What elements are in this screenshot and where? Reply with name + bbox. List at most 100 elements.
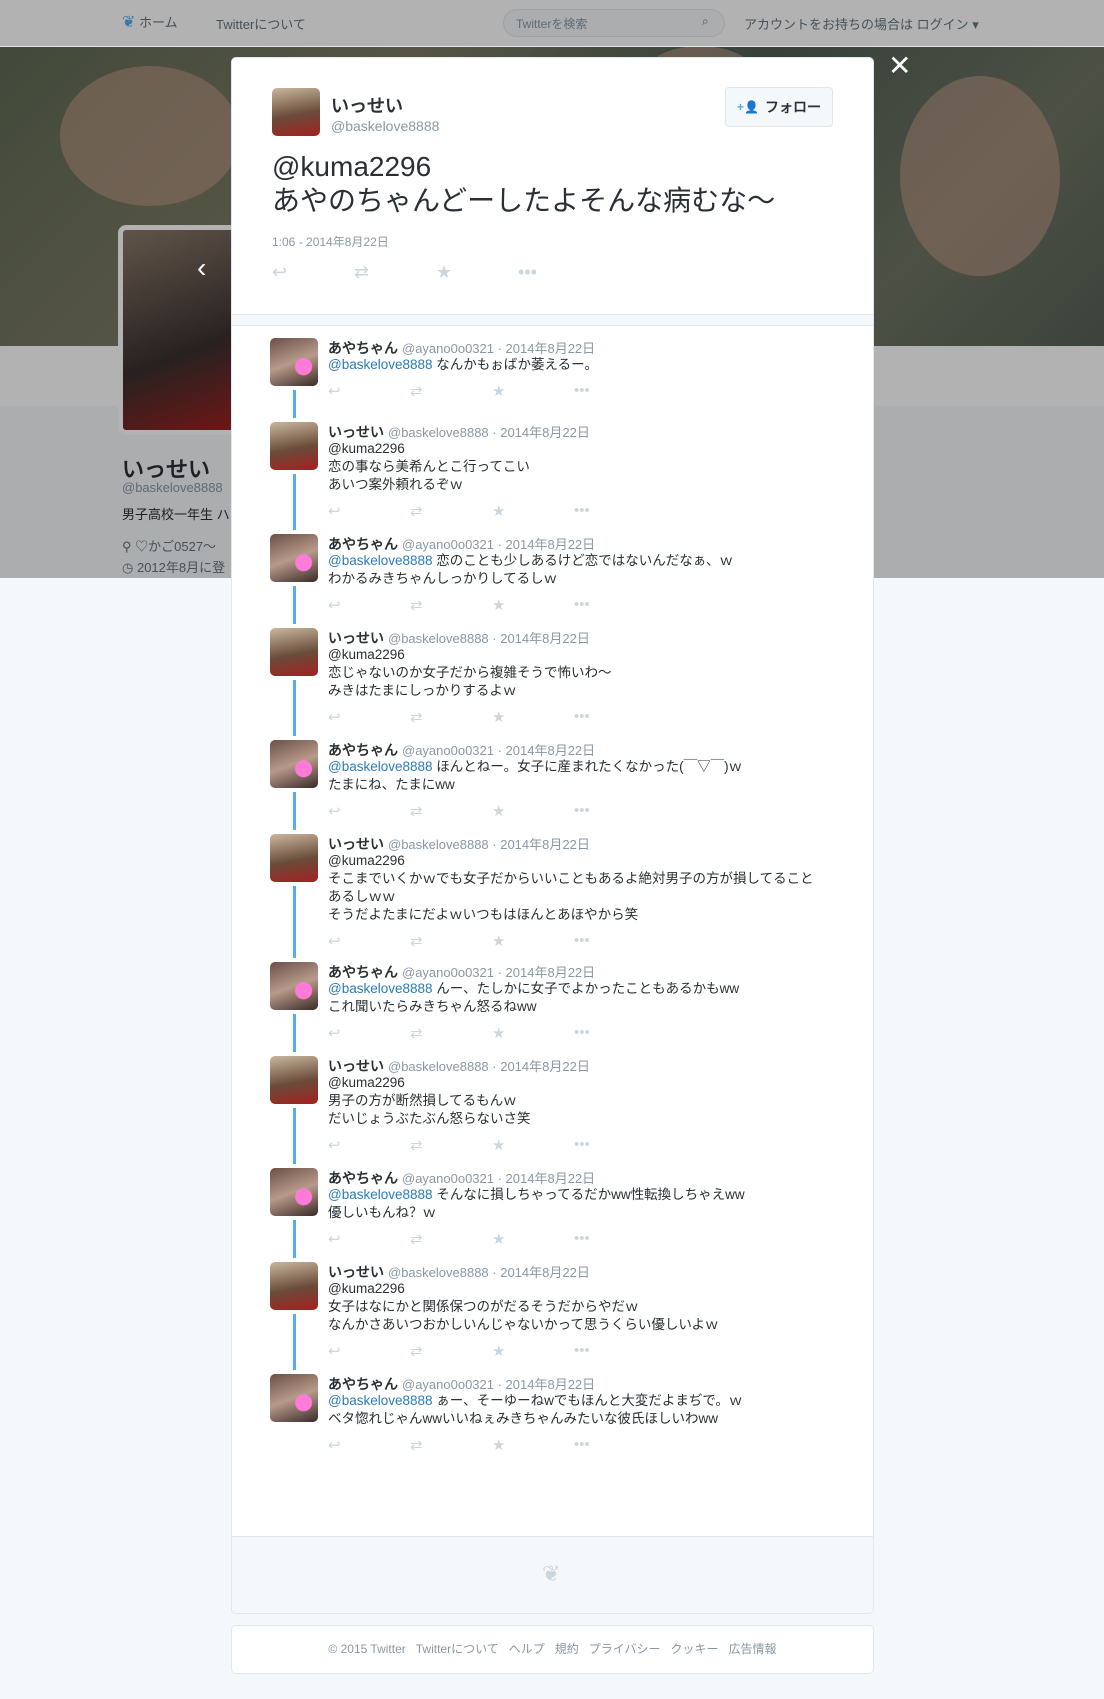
star-icon[interactable]: ★ xyxy=(492,1230,574,1248)
tweet-timestamp[interactable]: 1:06 - 2014年8月22日 xyxy=(272,233,389,250)
mention-link[interactable]: @baskelove8888 xyxy=(328,357,433,372)
reply-icon[interactable]: ↩ xyxy=(328,932,410,950)
more-icon[interactable]: ••• xyxy=(574,382,656,400)
retweet-icon[interactable]: ⇄ xyxy=(410,1230,492,1248)
reply-meta[interactable]: @baskelove8888 · 2014年8月22日 xyxy=(388,631,590,646)
reply-icon[interactable]: ↩ xyxy=(328,1230,410,1248)
retweet-icon[interactable]: ⇄ xyxy=(410,802,492,820)
star-icon[interactable]: ★ xyxy=(492,382,574,400)
reply-meta[interactable]: @ayano0o0321 · 2014年8月22日 xyxy=(402,965,595,980)
star-icon[interactable]: ★ xyxy=(492,1136,574,1154)
avatar[interactable] xyxy=(270,1374,318,1422)
avatar[interactable] xyxy=(270,1262,318,1310)
avatar[interactable] xyxy=(270,834,318,882)
reply-icon[interactable]: ↩ xyxy=(328,382,410,400)
footer-link[interactable]: Twitterについて xyxy=(416,1626,499,1673)
retweet-icon[interactable]: ⇄ xyxy=(410,1436,492,1454)
reply-author-name[interactable]: あやちゃん xyxy=(328,340,398,356)
more-icon[interactable]: ••• xyxy=(574,1136,656,1154)
retweet-icon[interactable]: ⇄ xyxy=(354,262,436,283)
reply-author-name[interactable]: あやちゃん xyxy=(328,1170,398,1186)
more-icon[interactable]: ••• xyxy=(574,802,656,820)
reply-author-name[interactable]: あやちゃん xyxy=(328,1376,398,1392)
reply-meta[interactable]: @baskelove8888 · 2014年8月22日 xyxy=(388,1265,590,1280)
avatar[interactable] xyxy=(270,534,318,582)
star-icon[interactable]: ★ xyxy=(492,1342,574,1360)
footer-link[interactable]: 規約 xyxy=(555,1626,579,1673)
retweet-icon[interactable]: ⇄ xyxy=(410,1136,492,1154)
footer-link[interactable]: 広告情報 xyxy=(729,1626,777,1673)
retweet-icon[interactable]: ⇄ xyxy=(410,932,492,950)
reply-icon[interactable]: ↩ xyxy=(328,1342,410,1360)
star-icon[interactable]: ★ xyxy=(492,502,574,520)
avatar[interactable] xyxy=(272,88,320,136)
chevron-left-icon[interactable]: ‹ xyxy=(197,252,206,284)
reply-author-name[interactable]: いっせい xyxy=(328,424,384,440)
reply-icon[interactable]: ↩ xyxy=(272,262,354,283)
more-icon[interactable]: ••• xyxy=(574,708,656,726)
reply-author-name[interactable]: あやちゃん xyxy=(328,964,398,980)
avatar[interactable] xyxy=(270,422,318,470)
reply-meta[interactable]: @ayano0o0321 · 2014年8月22日 xyxy=(402,341,595,356)
reply-author-name[interactable]: いっせい xyxy=(328,1058,384,1074)
star-icon[interactable]: ★ xyxy=(436,262,518,283)
retweet-icon[interactable]: ⇄ xyxy=(410,1024,492,1042)
more-icon[interactable]: ••• xyxy=(574,1342,656,1360)
star-icon[interactable]: ★ xyxy=(492,1436,574,1454)
mention-link[interactable]: @baskelove8888 xyxy=(328,1187,433,1202)
more-icon[interactable]: ••• xyxy=(574,1024,656,1042)
retweet-icon[interactable]: ⇄ xyxy=(410,708,492,726)
reply-author-name[interactable]: あやちゃん xyxy=(328,742,398,758)
star-icon[interactable]: ★ xyxy=(492,708,574,726)
footer-link[interactable]: クッキー xyxy=(671,1626,719,1673)
retweet-icon[interactable]: ⇄ xyxy=(410,382,492,400)
more-icon[interactable]: ••• xyxy=(574,1436,656,1454)
tweet-author-name[interactable]: いっせい xyxy=(331,92,403,118)
mention-link[interactable]: @baskelove8888 xyxy=(328,1393,433,1408)
mention-link[interactable]: @baskelove8888 xyxy=(328,553,433,568)
mention-link[interactable]: @baskelove8888 xyxy=(328,759,433,774)
tweet-author-handle[interactable]: @baskelove8888 xyxy=(331,118,439,134)
more-icon[interactable]: ••• xyxy=(574,932,656,950)
footer-link[interactable]: プライバシー xyxy=(589,1626,661,1673)
avatar[interactable] xyxy=(270,962,318,1010)
reply-meta[interactable]: @baskelove8888 · 2014年8月22日 xyxy=(388,837,590,852)
star-icon[interactable]: ★ xyxy=(492,596,574,614)
avatar[interactable] xyxy=(270,1168,318,1216)
retweet-icon[interactable]: ⇄ xyxy=(410,502,492,520)
more-icon[interactable]: ••• xyxy=(574,502,656,520)
retweet-icon[interactable]: ⇄ xyxy=(410,1342,492,1360)
more-icon[interactable]: ••• xyxy=(574,596,656,614)
star-icon[interactable]: ★ xyxy=(492,802,574,820)
reply-icon[interactable]: ↩ xyxy=(328,502,410,520)
more-icon[interactable]: ••• xyxy=(518,262,600,283)
mention-link[interactable]: @baskelove8888 xyxy=(328,981,433,996)
reply-icon[interactable]: ↩ xyxy=(328,1136,410,1154)
reply-meta[interactable]: @ayano0o0321 · 2014年8月22日 xyxy=(402,1171,595,1186)
reply-meta[interactable]: @ayano0o0321 · 2014年8月22日 xyxy=(402,537,595,552)
reply-author-name[interactable]: いっせい xyxy=(328,836,384,852)
star-icon[interactable]: ★ xyxy=(492,1024,574,1042)
reply-icon[interactable]: ↩ xyxy=(328,1436,410,1454)
avatar[interactable] xyxy=(270,1056,318,1104)
avatar[interactable] xyxy=(270,628,318,676)
footer-link[interactable]: ヘルプ xyxy=(509,1626,545,1673)
reply-meta[interactable]: @ayano0o0321 · 2014年8月22日 xyxy=(402,743,595,758)
star-icon[interactable]: ★ xyxy=(492,932,574,950)
reply-author-name[interactable]: あやちゃん xyxy=(328,536,398,552)
avatar[interactable] xyxy=(270,338,318,386)
reply-meta[interactable]: @baskelove8888 · 2014年8月22日 xyxy=(388,1059,590,1074)
follow-button[interactable]: +👤 フォロー xyxy=(725,87,833,127)
reply-author-name[interactable]: いっせい xyxy=(328,630,384,646)
reply-meta[interactable]: @baskelove8888 · 2014年8月22日 xyxy=(388,425,590,440)
reply-author-name[interactable]: いっせい xyxy=(328,1264,384,1280)
reply-icon[interactable]: ↩ xyxy=(328,1024,410,1042)
more-icon[interactable]: ••• xyxy=(574,1230,656,1248)
reply-icon[interactable]: ↩ xyxy=(328,802,410,820)
reply-icon[interactable]: ↩ xyxy=(328,596,410,614)
reply-icon[interactable]: ↩ xyxy=(328,708,410,726)
retweet-icon[interactable]: ⇄ xyxy=(410,596,492,614)
close-icon[interactable]: ✕ xyxy=(888,52,911,80)
avatar[interactable] xyxy=(270,740,318,788)
reply-meta[interactable]: @ayano0o0321 · 2014年8月22日 xyxy=(402,1377,595,1392)
